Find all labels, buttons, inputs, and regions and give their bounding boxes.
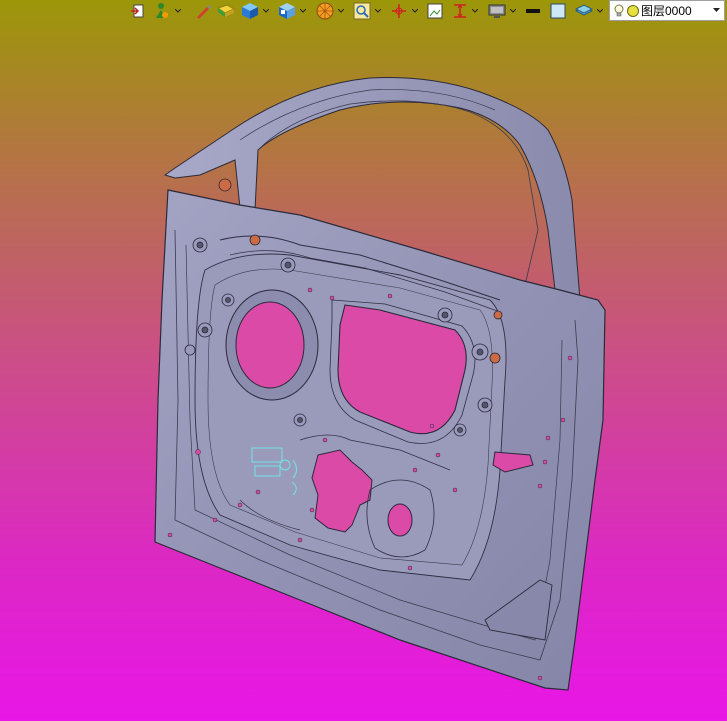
zoom-fit-icon[interactable]	[353, 1, 371, 21]
chevron-down-icon[interactable]	[336, 1, 345, 21]
chevron-down-icon[interactable]	[595, 1, 604, 21]
chevron-down-icon[interactable]	[713, 8, 720, 13]
chevron-down-icon[interactable]	[410, 1, 419, 21]
speaker-opening	[225, 289, 319, 401]
chevron-down-icon[interactable]	[508, 1, 517, 21]
open-file-icon[interactable]	[130, 1, 146, 21]
chevron-down-icon[interactable]	[173, 1, 182, 21]
chevron-down-icon[interactable]	[298, 1, 307, 21]
chevron-down-icon[interactable]	[261, 1, 270, 21]
pencil-icon[interactable]	[195, 1, 211, 21]
line-weight-icon[interactable]	[525, 1, 541, 21]
layer-dropdown[interactable]: 图层0000	[609, 0, 725, 21]
drain-hole	[387, 503, 413, 537]
box-outline-icon[interactable]	[550, 1, 566, 21]
person-tool-icon[interactable]	[153, 1, 169, 21]
measure-icon[interactable]	[452, 1, 468, 21]
image-icon[interactable]	[427, 1, 443, 21]
color-wheel-icon[interactable]	[316, 1, 334, 21]
layers-icon[interactable]	[575, 1, 593, 21]
display-monitor-icon[interactable]	[488, 1, 506, 21]
axis-icon[interactable]	[390, 1, 408, 21]
cube-icon[interactable]	[241, 1, 259, 21]
3d-viewport[interactable]: 图层0000	[0, 0, 727, 721]
yellow-circle-icon	[627, 4, 639, 17]
main-toolbar: 图层0000	[0, 0, 727, 22]
folder-yellow-icon[interactable]	[217, 1, 235, 21]
bulb-icon[interactable]	[614, 4, 624, 18]
car-door-model[interactable]	[0, 0, 727, 721]
view-cube-icon[interactable]	[278, 1, 296, 21]
chevron-down-icon[interactable]	[373, 1, 382, 21]
chevron-down-icon[interactable]	[470, 1, 479, 21]
layer-name: 图层0000	[641, 4, 692, 18]
